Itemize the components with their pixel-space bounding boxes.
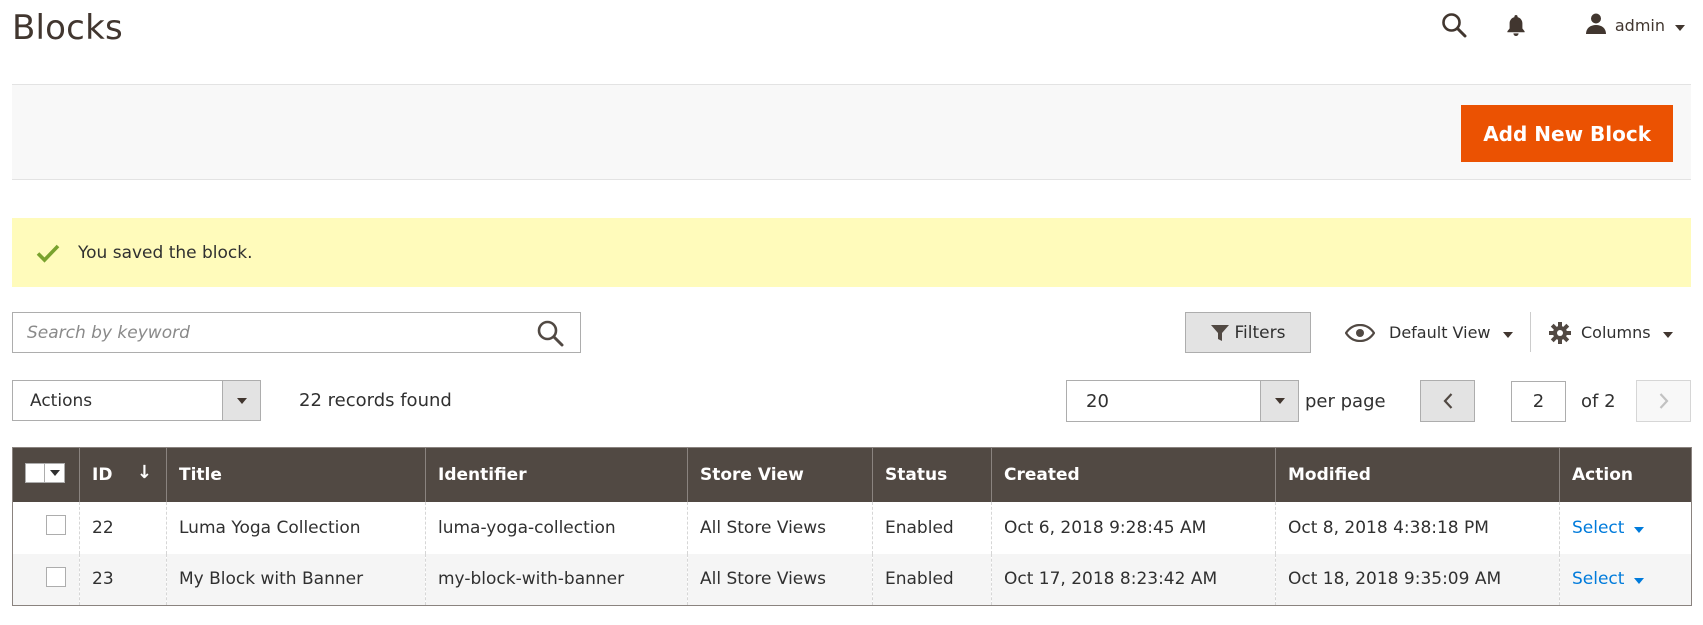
filter-funnel-icon (1210, 324, 1229, 342)
cell-title: My Block with Banner (166, 553, 426, 606)
column-header-title[interactable]: Title (166, 447, 426, 502)
columns-label: Columns (1581, 323, 1651, 342)
column-header-action: Action (1559, 447, 1692, 502)
cell-action: Select (1559, 501, 1692, 554)
chevron-down-icon (1675, 16, 1685, 35)
keyword-search (12, 312, 581, 353)
chevron-down-icon (222, 381, 260, 420)
chevron-down-icon[interactable] (45, 464, 64, 482)
column-header-modified[interactable]: Modified (1275, 447, 1560, 502)
mass-select-header (12, 447, 80, 502)
toolbar-divider (1530, 312, 1531, 352)
grid-header-row: ID ↓ Title Identifier Store View Status C… (12, 447, 1692, 502)
filters-button[interactable]: Filters (1185, 312, 1311, 353)
row-select-cell (12, 553, 80, 606)
columns-dropdown[interactable]: Columns (1549, 312, 1673, 353)
cell-status: Enabled (872, 501, 992, 554)
mass-select-control[interactable] (25, 462, 65, 483)
cell-created: Oct 17, 2018 8:23:42 AM (991, 553, 1276, 606)
cell-status: Enabled (872, 553, 992, 606)
cell-store-view: All Store Views (687, 501, 873, 554)
actions-label: Actions (30, 390, 93, 411)
cell-id: 22 (79, 501, 167, 554)
global-search-icon[interactable] (1439, 10, 1469, 40)
eye-icon (1345, 323, 1375, 342)
per-page-dropdown[interactable]: 20 (1066, 380, 1299, 422)
per-page-label: per page (1305, 390, 1386, 412)
user-name: admin (1614, 15, 1665, 35)
current-page-input[interactable] (1511, 381, 1566, 422)
page: Blocks admin Add New Block You saved the… (0, 0, 1703, 625)
user-icon (1585, 12, 1607, 38)
chevron-down-icon (1502, 323, 1513, 342)
column-header-id[interactable]: ID ↓ (79, 447, 167, 502)
cell-id: 23 (79, 553, 167, 606)
previous-page-button[interactable] (1420, 380, 1475, 422)
row-checkbox[interactable] (46, 515, 66, 535)
cell-store-view: All Store Views (687, 553, 873, 606)
notifications-bell-icon[interactable] (1501, 10, 1531, 40)
page-title: Blocks (12, 8, 123, 48)
cell-created: Oct 6, 2018 9:28:45 AM (991, 501, 1276, 554)
chevron-down-icon (1634, 569, 1645, 589)
cell-identifier: my-block-with-banner (425, 553, 688, 606)
column-header-label: ID (92, 464, 113, 485)
column-header-status[interactable]: Status (872, 447, 992, 502)
row-select-cell (12, 501, 80, 554)
blocks-grid: ID ↓ Title Identifier Store View Status C… (12, 447, 1692, 606)
column-header-store-view[interactable]: Store View (687, 447, 873, 502)
add-new-block-button[interactable]: Add New Block (1461, 105, 1673, 162)
search-submit-icon[interactable] (520, 313, 580, 352)
mass-actions-dropdown[interactable]: Actions (12, 380, 261, 421)
chevron-right-icon (1659, 393, 1669, 409)
user-account-menu[interactable]: admin (1585, 12, 1685, 38)
per-page-value: 20 (1086, 390, 1109, 412)
row-select-action-link[interactable]: Select (1572, 569, 1645, 590)
search-input[interactable] (13, 313, 520, 352)
chevron-down-icon (1662, 323, 1673, 342)
cell-identifier: luma-yoga-collection (425, 501, 688, 554)
success-message: You saved the block. (12, 218, 1691, 287)
row-checkbox[interactable] (46, 566, 66, 587)
column-header-identifier[interactable]: Identifier (425, 447, 688, 502)
message-text: You saved the block. (78, 242, 253, 263)
page-actions-bar: Add New Block (12, 84, 1691, 180)
select-all-checkbox[interactable] (26, 463, 45, 482)
cell-title: Luma Yoga Collection (166, 501, 426, 554)
default-view-dropdown[interactable]: Default View (1345, 312, 1513, 353)
total-pages-label: of 2 (1581, 390, 1616, 412)
header-actions: admin (1439, 8, 1685, 42)
row-select-action-link[interactable]: Select (1572, 517, 1645, 538)
cell-modified: Oct 8, 2018 4:38:18 PM (1275, 501, 1560, 554)
filters-label: Filters (1234, 322, 1286, 343)
cell-modified: Oct 18, 2018 9:35:09 AM (1275, 553, 1560, 606)
gear-icon (1549, 321, 1571, 344)
table-row[interactable]: 22 Luma Yoga Collection luma-yoga-collec… (12, 501, 1692, 554)
action-label: Select (1572, 517, 1625, 538)
next-page-button[interactable] (1636, 380, 1691, 422)
checkmark-icon (36, 243, 60, 263)
records-count: 22 records found (299, 390, 452, 411)
sort-descending-icon: ↓ (136, 462, 152, 483)
table-row[interactable]: 23 My Block with Banner my-block-with-ba… (12, 553, 1692, 606)
view-label: Default View (1389, 323, 1491, 342)
chevron-left-icon (1442, 393, 1453, 409)
chevron-down-icon (1634, 518, 1645, 538)
column-header-created[interactable]: Created (991, 447, 1276, 502)
cell-action: Select (1559, 553, 1692, 606)
action-label: Select (1572, 569, 1625, 590)
chevron-down-icon (1260, 381, 1298, 421)
